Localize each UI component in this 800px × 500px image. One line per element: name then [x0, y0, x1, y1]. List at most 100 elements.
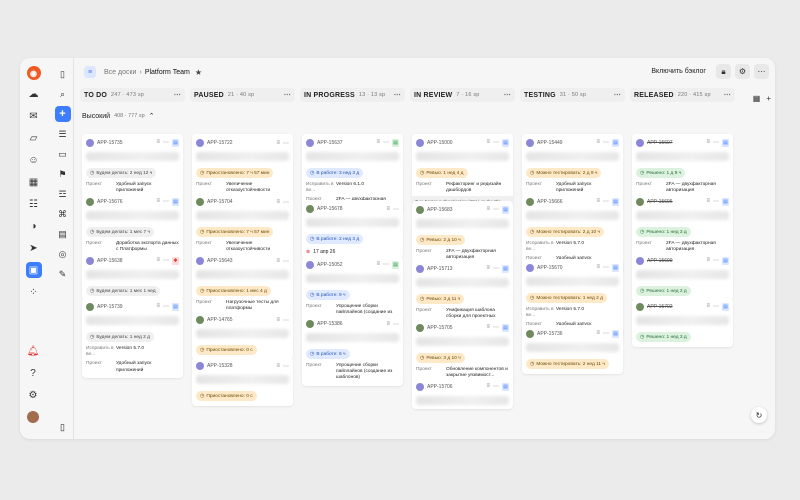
task-key[interactable]: APP-15683 — [427, 207, 453, 213]
task-key[interactable]: APP-15696 — [647, 199, 673, 205]
drag-handle-icon[interactable]: ≡ — [156, 198, 160, 206]
task-card[interactable]: APP-15449 ≡ ⋯ ▤ ◷ Можно тестировать: 2 д 9 чП… — [522, 134, 623, 199]
more-icon[interactable]: ⋯ — [493, 324, 499, 332]
add-column-icon[interactable]: + — [766, 94, 771, 103]
assignee-avatar[interactable] — [636, 303, 644, 311]
field-value[interactable]: Version 5.7.0 — [116, 346, 144, 358]
task-card[interactable]: APP-15328 ≡ ⋯ ◷ Приостановлено: 0 с — [192, 357, 293, 406]
task-key[interactable]: APP-15706 — [427, 384, 453, 390]
task-key[interactable]: APP-15637 — [317, 140, 343, 146]
task-card[interactable]: APP-15699 ≡ ⋯ ▤ ◷ Решено: 1 нед 3 д — [632, 252, 733, 301]
drag-handle-icon[interactable]: ≡ — [706, 303, 710, 311]
task-key[interactable]: APP-15670 — [537, 265, 563, 271]
more-icon[interactable]: ⋯ — [603, 198, 609, 206]
task-key[interactable]: APP-15702 — [647, 304, 673, 310]
more-icon[interactable]: ⋯ — [283, 199, 289, 206]
bell-icon[interactable]: 🔔︎ — [25, 343, 41, 359]
boards-icon[interactable]: ▣ — [25, 262, 42, 278]
more-icon[interactable]: ⋯ — [163, 257, 169, 265]
more-icon[interactable]: ⋯ — [713, 257, 719, 265]
lock-icon[interactable]: 🔒︎ — [716, 64, 731, 79]
column-header[interactable]: RELEASED 220 · 415 sp ⋯ — [630, 88, 735, 102]
task-card[interactable]: APP-15722 ≡ ⋯ ◷ Приостановлено: 7 ч 57 мин Пр… — [192, 134, 293, 199]
field-value[interactable]: Version 6.1.0 — [336, 182, 364, 194]
drag-handle-icon[interactable]: ≡ — [376, 139, 380, 147]
task-card[interactable]: APP-15704 ≡ ⋯ ◷ Приостановлено: 7 ч 57 мин Пр… — [192, 193, 293, 258]
field-value[interactable]: Рефакторинг и редизайн дашбордов — [446, 182, 509, 194]
assignee-avatar[interactable] — [86, 257, 94, 265]
task-card[interactable]: APP-15706 ≡ ⋯ ▤ — [412, 378, 513, 409]
task-key[interactable]: APP-15386 — [317, 321, 343, 327]
more-icon[interactable]: ⋯ — [493, 383, 499, 391]
task-card[interactable]: APP-15702 ≡ ⋯ ▤ ◷ Решено: 1 нед 3 д — [632, 298, 733, 347]
assignee-avatar[interactable] — [306, 320, 314, 328]
assignee-avatar[interactable] — [86, 303, 94, 311]
task-key[interactable]: APP-15699 — [647, 258, 673, 264]
more-icon[interactable]: ⋯ — [603, 330, 609, 338]
task-key[interactable]: APP-15643 — [207, 258, 233, 264]
goals-icon[interactable]: ◎ — [55, 246, 71, 262]
task-key[interactable]: APP-15052 — [317, 262, 343, 268]
assignee-avatar[interactable] — [416, 206, 424, 214]
apps-icon[interactable]: ⁘ — [26, 284, 42, 300]
enable-backlog-button[interactable]: Включить бэклог — [645, 65, 712, 78]
task-key[interactable]: APP-15705 — [427, 325, 453, 331]
task-key[interactable]: APP-15722 — [207, 140, 233, 146]
drag-handle-icon[interactable]: ≡ — [596, 139, 600, 147]
breadcrumb-root[interactable]: Все доски — [104, 69, 136, 76]
task-card[interactable]: APP-15735 ≡ ⋯ ▤ ◷ Будем делать: 2 нед 12 ч Про… — [82, 134, 183, 199]
assignee-avatar[interactable] — [416, 265, 424, 273]
assignee-avatar[interactable] — [636, 139, 644, 147]
more-icon[interactable]: ⋯ — [603, 139, 609, 147]
task-card[interactable]: APP-15000 ≡ ⋯ ▤ ◷ Ревью: 1 нед 4 д Проект Рефак… — [412, 134, 513, 208]
task-key[interactable]: APP-15697 — [647, 140, 673, 146]
task-key[interactable]: APP-15735 — [97, 140, 123, 146]
avatar[interactable] — [25, 409, 41, 425]
task-key[interactable]: APP-15000 — [427, 140, 453, 146]
drag-handle-icon[interactable]: ≡ — [386, 321, 390, 328]
drag-handle-icon[interactable]: ≡ — [486, 139, 490, 147]
phone-icon[interactable]: ▯ — [60, 422, 65, 433]
more-icon[interactable]: ⋯ — [283, 140, 289, 147]
drag-handle-icon[interactable]: ≡ — [706, 198, 710, 206]
assignee-avatar[interactable] — [196, 198, 204, 206]
help-icon[interactable]: ? — [25, 365, 41, 381]
star-icon[interactable]: ★ — [195, 68, 202, 77]
folder-icon[interactable]: ▭ — [55, 146, 71, 162]
column-menu-icon[interactable]: ⋯ — [394, 91, 401, 99]
task-key[interactable]: APP-15449 — [537, 140, 563, 146]
more-icon[interactable]: ⋯ — [393, 206, 399, 213]
drag-handle-icon[interactable]: ≡ — [596, 330, 600, 338]
field-value[interactable]: Удобный запуск приложений — [116, 361, 179, 373]
more-icon[interactable]: ⋯ — [283, 258, 289, 265]
task-card[interactable]: APP-15697 ≡ ⋯ ▤ ◷ Решено: 1 д 9 ч Проект 2FA — … — [632, 134, 733, 199]
more-icon[interactable]: ⋯ — [283, 363, 289, 370]
drag-handle-icon[interactable]: ≡ — [386, 206, 390, 213]
drag-handle-icon[interactable]: ≡ — [486, 265, 490, 273]
field-value[interactable]: Упрощение сборки пайплайнов (создание из… — [336, 363, 399, 382]
assignee-avatar[interactable] — [636, 257, 644, 265]
column-menu-icon[interactable]: ⋯ — [284, 91, 291, 99]
chevron-up-icon[interactable]: ⌃ — [149, 112, 155, 120]
more-icon[interactable]: ⋯ — [163, 303, 169, 311]
assignee-avatar[interactable] — [526, 139, 534, 147]
task-card[interactable]: APP-14765 ≡ ⋯ ◷ Приостановлено: 0 с — [192, 311, 293, 360]
drag-handle-icon[interactable]: ≡ — [706, 257, 710, 265]
column-header[interactable]: TO DO 247 · 473 sp ⋯ — [80, 88, 185, 102]
task-card[interactable]: APP-15736 ≡ ⋯ ▤ ◷ Можно тестировать: 2 нед 11… — [522, 325, 623, 374]
task-key[interactable]: APP-14765 — [207, 317, 233, 323]
more-icon[interactable]: ⋯ — [713, 303, 719, 311]
more-icon[interactable]: ⋯ — [383, 261, 389, 269]
home-icon[interactable]: ☁ — [26, 86, 42, 102]
drag-handle-icon[interactable]: ≡ — [596, 198, 600, 206]
task-card[interactable]: APP-15696 ≡ ⋯ ▤ ◷ Решено: 1 нед 3 д Проект 2FA … — [632, 193, 733, 258]
more-icon[interactable]: ⋯ — [383, 139, 389, 147]
task-card[interactable]: APP-15683 ≡ ⋯ ▤ ◷ Ревью: 2 д 10 ч Проект 2FA — … — [412, 201, 513, 266]
more-icon[interactable]: ⋯ — [713, 139, 719, 147]
more-icon[interactable]: ⋯ — [163, 139, 169, 147]
more-icon[interactable]: ⋯ — [713, 198, 719, 206]
task-key[interactable]: APP-15739 — [97, 304, 123, 310]
camera-icon[interactable]: ◑ — [26, 218, 42, 234]
assignee-avatar[interactable] — [416, 383, 424, 391]
task-key[interactable]: APP-15713 — [427, 266, 453, 272]
